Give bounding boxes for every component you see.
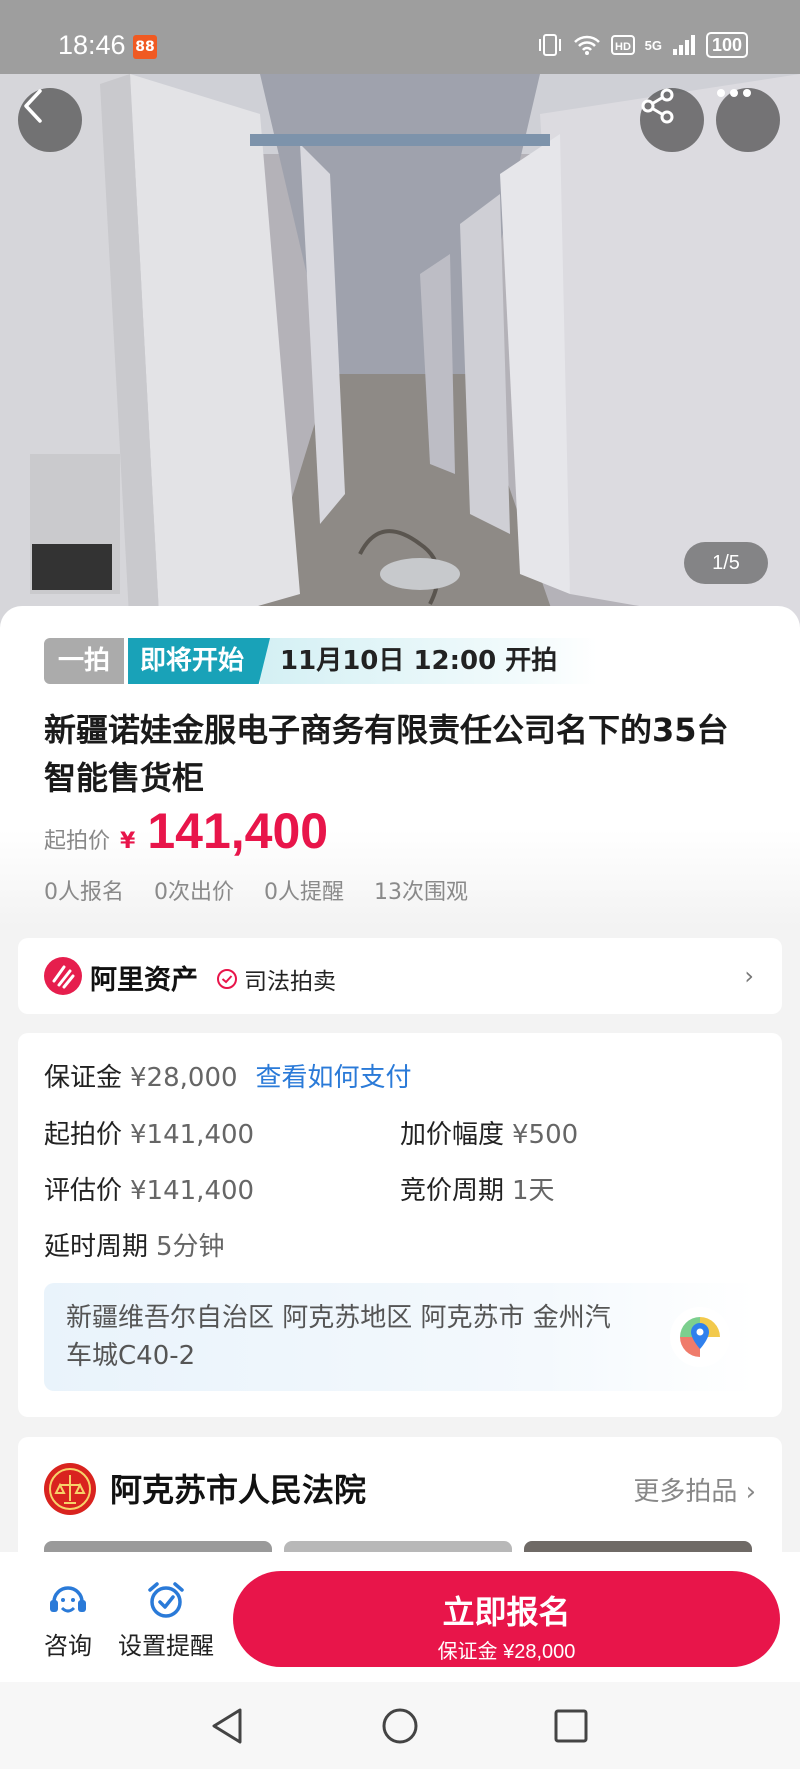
appraisal-label: 评估价 [44,1176,123,1206]
address-text: 新疆维吾尔自治区 阿克苏地区 阿克苏市 金州汽车城C40-2 [66,1303,611,1371]
app-screen: 18:46 88 HD 5G 100 1/5 一拍 即将开始 11月10日 12… [0,0,800,1769]
network-type: 5G [644,37,662,53]
listing-title: 新疆诺娃金服电子商务有限责任公司名下的35台智能售货柜 [44,711,729,797]
court-emblem-icon [44,1463,96,1515]
product-image-carousel[interactable]: 1/5 [0,74,800,634]
consult-button[interactable]: 咨询 [38,1580,98,1661]
start-price-label: 起拍价 [44,829,111,854]
svg-text:HD: HD [615,41,631,53]
stat-views: 13次围观 [374,880,468,905]
set-reminder-label: 设置提醒 [118,1632,214,1660]
nav-recents-icon[interactable] [551,1706,591,1746]
system-nav-bar [0,1682,800,1769]
court-section: 阿克苏市人民法院 更多拍品 › [18,1437,782,1557]
back-arrow-icon [24,89,42,123]
deposit-value: ¥28,000 [130,1063,238,1093]
listing-summary: 一拍 即将开始 11月10日 12:00 开拍 新疆诺娃金服电子商务有限责任公司… [0,606,800,926]
currency-symbol: ¥ [120,829,136,854]
register-deposit-label: 保证金 ¥28,000 [437,1640,576,1663]
more-button[interactable] [716,88,780,152]
platform-row[interactable]: 阿里资产 司法拍卖 › [18,938,782,1014]
start-price-detail-label: 起拍价 [44,1120,123,1150]
listing-stats: 0人报名 0次出价 0人提醒 13次围观 [44,874,468,906]
how-to-pay-link[interactable]: 查看如何支付 [256,1063,412,1093]
increment-value: ¥500 [512,1120,579,1150]
consult-label: 咨询 [44,1632,92,1660]
register-now-button[interactable]: 立即报名 保证金 ¥28,000 [233,1571,780,1667]
appraisal-row: 评估价 ¥141,400 [44,1170,254,1207]
extension-label: 延时周期 [44,1232,149,1262]
app-notification-icon: 88 [133,35,157,59]
nav-back-icon[interactable] [208,1706,248,1746]
appraisal-value: ¥141,400 [130,1176,255,1206]
extension-row: 延时周期 5分钟 [44,1226,225,1263]
increment-label: 加价幅度 [400,1120,505,1150]
auction-round-tag: 一拍 [44,638,125,684]
auction-tags: 一拍 即将开始 11月10日 12:00 开拍 [44,638,598,684]
status-time: 18:46 [58,30,126,60]
deposit-label: 保证金 [44,1063,123,1093]
judicial-auction-badge: 司法拍卖 [216,962,336,996]
wifi-icon [573,35,600,55]
register-now-label: 立即报名 [442,1593,571,1630]
judicial-auction-label: 司法拍卖 [244,969,336,995]
bid-cycle-label: 竞价周期 [400,1176,505,1206]
ali-assets-logo-icon [44,957,82,995]
auction-start-time: 11月10日 12:00 开拍 [260,638,598,684]
more-items-link[interactable]: 更多拍品 › [633,1471,756,1508]
signal-icon [672,35,695,55]
nav-home-icon[interactable] [380,1706,420,1746]
map-pin-icon[interactable] [670,1307,730,1367]
share-icon [641,88,674,124]
status-icons: HD 5G 100 [537,32,748,58]
increment-row: 加价幅度 ¥500 [400,1114,578,1151]
auction-status-tag: 即将开始 [128,638,271,684]
share-button[interactable] [640,88,704,152]
bottom-action-bar: 咨询 设置提醒 立即报名 保证金 ¥28,000 [0,1552,800,1682]
battery-icon: 100 [705,32,748,58]
bid-cycle-row: 竞价周期 1天 [400,1170,555,1207]
bid-cycle-value: 1天 [512,1176,555,1206]
start-price-detail-value: ¥141,400 [130,1120,255,1150]
platform-name: 阿里资产 [90,965,198,996]
set-reminder-button[interactable]: 设置提醒 [114,1580,218,1661]
extension-value: 5分钟 [156,1232,225,1262]
address-panel[interactable]: 新疆维吾尔自治区 阿克苏地区 阿克苏市 金州汽车城C40-2 [44,1283,756,1391]
status-bar: 18:46 88 HD 5G 100 [0,0,800,74]
auction-details-card: 保证金 ¥28,000 查看如何支付 起拍价 ¥141,400 加价幅度 ¥500 评估… [18,1033,782,1417]
vibrate-icon [538,34,561,56]
stat-bids: 0次出价 [154,880,234,905]
vending-cabinets-photo [0,74,800,634]
alarm-clock-icon [148,1582,184,1618]
start-price-row: 起拍价 ¥ 141,400 [44,802,328,860]
court-name: 阿克苏市人民法院 [110,1471,367,1509]
deposit-row: 保证金 ¥28,000 查看如何支付 [44,1057,412,1094]
stat-registrations: 0人报名 [44,880,124,905]
more-dots-icon [717,89,751,97]
back-button[interactable] [18,88,82,152]
customer-service-icon [50,1586,86,1613]
stat-reminders: 0人提醒 [264,880,344,905]
hd-icon: HD [610,35,635,55]
chevron-right-icon: › [744,962,754,990]
verified-check-icon [217,969,237,989]
image-counter: 1/5 [684,542,768,584]
start-price-value: 141,400 [147,803,329,859]
start-price-detail-row: 起拍价 ¥141,400 [44,1114,254,1151]
